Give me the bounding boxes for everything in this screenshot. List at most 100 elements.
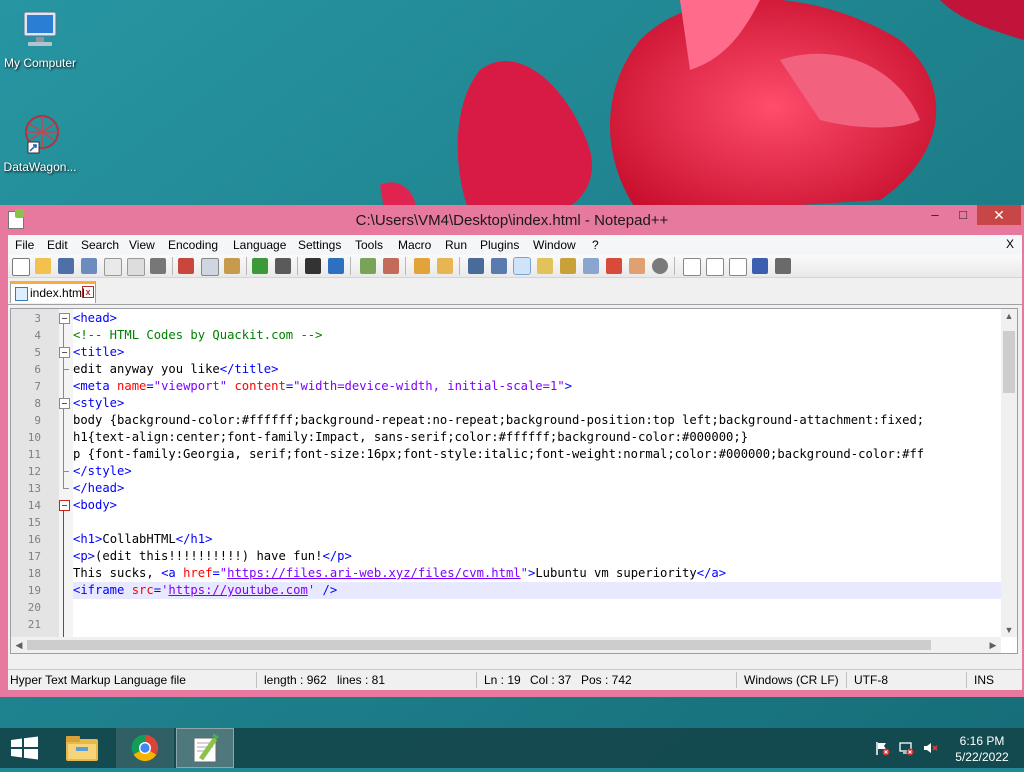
menu-language[interactable]: Language	[233, 238, 286, 252]
code-line[interactable]: <!-- HTML Codes by Quackit.com -->	[73, 327, 1001, 344]
code-editor[interactable]: 345678910111213141516171819202122 <head>…	[10, 308, 1018, 654]
indent-guide-icon[interactable]	[513, 257, 531, 275]
run-macro-multiple-icon[interactable]	[752, 258, 768, 274]
zoom-in-icon[interactable]	[360, 258, 376, 274]
menu-tools[interactable]: Tools	[355, 238, 383, 252]
redo-icon[interactable]	[275, 258, 291, 274]
action-center-flag-icon[interactable]	[874, 740, 890, 756]
menu-help[interactable]: ?	[592, 238, 599, 252]
open-folder-icon[interactable]	[35, 258, 51, 274]
save-icon[interactable]	[58, 258, 74, 274]
network-icon[interactable]	[898, 740, 914, 756]
menu-macro[interactable]: Macro	[398, 238, 431, 252]
vertical-scrollbar[interactable]: ▲ ▼	[1001, 309, 1017, 637]
menu-file[interactable]: File	[15, 238, 34, 252]
document-map-icon[interactable]	[560, 258, 576, 274]
horizontal-scroll-thumb[interactable]	[27, 640, 931, 650]
new-file-icon[interactable]	[12, 258, 30, 276]
fold-toggle-icon[interactable]	[59, 313, 70, 324]
close-all-icon[interactable]	[127, 258, 145, 276]
code-line[interactable]: <style>	[73, 395, 1001, 412]
close-file-icon[interactable]	[104, 258, 122, 276]
status-encoding[interactable]: UTF-8	[854, 673, 888, 687]
undo-icon[interactable]	[252, 258, 268, 274]
taskbar-notepad-plus-plus[interactable]	[176, 728, 234, 768]
code-line[interactable]	[73, 616, 1001, 633]
monitoring-icon[interactable]	[652, 258, 668, 274]
sync-vertical-icon[interactable]	[414, 258, 430, 274]
scroll-left-arrow-icon[interactable]: ◀	[11, 637, 27, 653]
menu-search[interactable]: Search	[81, 238, 119, 252]
code-line[interactable]: <p>(edit this!!!!!!!!!!) have fun!</p>	[73, 548, 1001, 565]
find-icon[interactable]	[305, 258, 321, 274]
status-eol[interactable]: Windows (CR LF)	[744, 673, 839, 687]
clock-time[interactable]: 6:16 PM	[948, 734, 1016, 748]
close-document-button[interactable]: X	[1006, 237, 1014, 251]
record-macro-icon[interactable]	[683, 258, 701, 276]
taskbar-chrome[interactable]	[116, 728, 174, 768]
code-line[interactable]: </head>	[73, 480, 1001, 497]
code-line[interactable]: edit anyway you like</title>	[73, 361, 1001, 378]
code-line[interactable]: <h1>CollabHTML</h1>	[73, 531, 1001, 548]
menu-window[interactable]: Window	[533, 238, 576, 252]
menu-settings[interactable]: Settings	[298, 238, 341, 252]
function-list-icon[interactable]	[583, 258, 599, 274]
code-line[interactable]: p {font-family:Georgia, serif;font-size:…	[73, 446, 1001, 463]
print-icon[interactable]	[150, 258, 166, 274]
stop-recording-icon[interactable]	[706, 258, 724, 276]
code-line[interactable]: <meta name="viewport" content="width=dev…	[73, 378, 1001, 395]
scroll-right-arrow-icon[interactable]: ▶	[985, 637, 1001, 653]
start-button[interactable]	[0, 728, 48, 768]
volume-muted-icon[interactable]	[922, 740, 938, 756]
word-wrap-icon[interactable]	[468, 258, 484, 274]
code-line[interactable]: body {background-color:#ffffff;backgroun…	[73, 412, 1001, 429]
menu-edit[interactable]: Edit	[47, 238, 68, 252]
cut-icon[interactable]	[178, 258, 194, 274]
sync-horizontal-icon[interactable]	[437, 258, 453, 274]
save-all-icon[interactable]	[81, 258, 97, 274]
tab-index-html[interactable]: index.html x	[10, 281, 96, 303]
code-line[interactable]: </style>	[73, 463, 1001, 480]
code-line[interactable]: <iframe src='https://youtube.com' />	[73, 582, 1001, 599]
code-line[interactable]: <head>	[73, 310, 1001, 327]
replace-icon[interactable]	[328, 258, 344, 274]
fold-margin[interactable]	[59, 309, 73, 653]
desktop-icon-datawagon[interactable]: DataWagon...	[0, 112, 80, 174]
clock-date[interactable]: 5/22/2022	[948, 750, 1016, 764]
code-line[interactable]: This sucks, <a href= "https://files.ari-w…	[73, 565, 1001, 582]
menu-view[interactable]: View	[129, 238, 155, 252]
status-insert-mode[interactable]: INS	[974, 673, 994, 687]
close-button[interactable]: ✕	[977, 205, 1021, 225]
code-area[interactable]: <head> <!-- HTML Codes by Quackit.com -->…	[73, 309, 1001, 653]
scroll-down-arrow-icon[interactable]: ▼	[1001, 623, 1017, 637]
maximize-button[interactable]: □	[949, 205, 977, 225]
code-link[interactable]: https://youtube.com	[168, 583, 307, 597]
code-link[interactable]: https://files.ari-web.xyz/files/cvm.html	[227, 566, 521, 580]
code-line[interactable]: <body>	[73, 497, 1001, 514]
folder-as-workspace-icon[interactable]	[606, 258, 622, 274]
title-bar[interactable]: C:\Users\VM4\Desktop\index.html - Notepa…	[0, 205, 1024, 235]
code-line[interactable]: <title>	[73, 344, 1001, 361]
clipboard-history-icon[interactable]	[629, 258, 645, 274]
code-line[interactable]: h1{text-align:center;font-family:Impact,…	[73, 429, 1001, 446]
fold-toggle-icon[interactable]	[59, 500, 70, 511]
code-line[interactable]	[73, 514, 1001, 531]
code-line[interactable]	[73, 599, 1001, 616]
desktop-icon-my-computer[interactable]: My Computer	[0, 8, 80, 70]
taskbar-file-explorer[interactable]	[58, 728, 106, 768]
user-language-icon[interactable]	[537, 258, 553, 274]
horizontal-scrollbar[interactable]: ◀ ▶	[11, 637, 1001, 653]
menu-encoding[interactable]: Encoding	[168, 238, 218, 252]
paste-icon[interactable]	[224, 258, 240, 274]
copy-icon[interactable]	[201, 258, 219, 276]
zoom-out-icon[interactable]	[383, 258, 399, 274]
show-all-characters-icon[interactable]	[491, 258, 507, 274]
vertical-scroll-thumb[interactable]	[1003, 331, 1015, 393]
scroll-up-arrow-icon[interactable]: ▲	[1001, 309, 1017, 323]
playback-macro-icon[interactable]	[729, 258, 747, 276]
fold-toggle-icon[interactable]	[59, 398, 70, 409]
save-macro-icon[interactable]	[775, 258, 791, 274]
minimize-button[interactable]: –	[921, 205, 949, 225]
tab-close-icon[interactable]: x	[82, 286, 94, 298]
menu-run[interactable]: Run	[445, 238, 467, 252]
